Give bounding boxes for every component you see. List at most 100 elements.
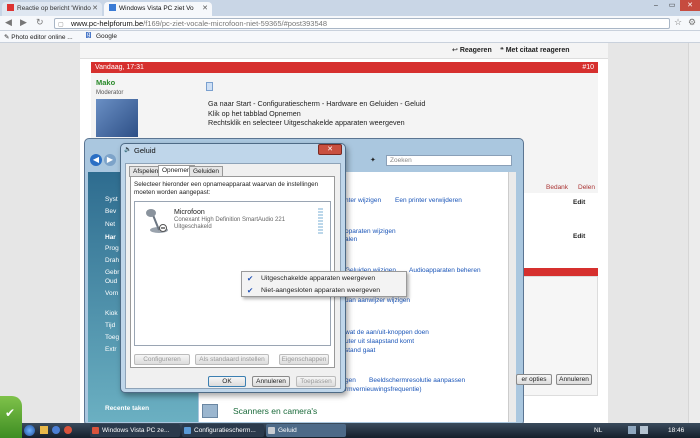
sidebar-item[interactable]: Kiok xyxy=(105,310,118,317)
search-input[interactable]: Zoeken xyxy=(386,155,512,166)
post-author[interactable]: Mako xyxy=(96,78,115,87)
minimize-icon[interactable]: – xyxy=(648,0,664,11)
post-date: Vandaag, 17:31 xyxy=(95,64,144,71)
bookmark-label: Photo editor online ... xyxy=(11,34,73,41)
reply-label: Reageren xyxy=(459,47,492,54)
cp-cancel-button[interactable]: Annuleren xyxy=(556,374,592,385)
close-icon[interactable]: ✕ xyxy=(202,4,208,12)
sidebar-item[interactable]: Oud xyxy=(105,278,117,285)
close-window-icon[interactable]: ✕ xyxy=(680,0,700,11)
device-row[interactable]: Microfoon Conexant High Definition Smart… xyxy=(138,205,329,237)
menu-item-label: Uitgeschakelde apparaten weergeven xyxy=(261,275,376,282)
checkmark-icon: ✔ xyxy=(247,286,254,295)
menu-item-label: Niet-aangesloten apparaten weergeven xyxy=(261,287,381,294)
side-edit-button[interactable]: Edit xyxy=(573,233,585,240)
task-label: Configuratiescherm... xyxy=(194,427,256,434)
ok-button[interactable]: OK xyxy=(208,376,246,387)
taskbar-item-control-panel[interactable]: Configuratiescherm... xyxy=(182,424,264,437)
thanks-link[interactable]: Bedank xyxy=(546,184,568,191)
cp-link[interactable]: rmvernieuwingsfrequentie) xyxy=(345,386,422,393)
properties-button[interactable]: Eigenschappen xyxy=(279,354,329,365)
checkmark-icon: ✔ xyxy=(247,274,254,283)
quicklaunch-folder-icon[interactable] xyxy=(40,426,48,434)
cp-link[interactable]: stand gaat xyxy=(345,347,375,354)
sidebar-item[interactable]: Vorn xyxy=(105,290,118,297)
cp-link[interactable]: uter uit slaapstand komt xyxy=(345,338,414,345)
sidebar-item[interactable]: Extr xyxy=(105,346,117,353)
bookmark-label: Google xyxy=(96,33,117,40)
scanners-heading[interactable]: Scanners en camera's xyxy=(233,406,317,416)
cp-link[interactable]: Audioapparaten beheren xyxy=(409,267,481,274)
sidebar-item[interactable]: Tijd xyxy=(105,322,115,329)
start-orb-icon[interactable] xyxy=(24,425,35,436)
forward-icon[interactable]: ▶ xyxy=(104,154,116,166)
dialog-close-icon[interactable]: ✕ xyxy=(318,144,342,155)
apply-button[interactable]: Toepassen xyxy=(296,376,336,387)
cp-link[interactable]: alen xyxy=(345,236,357,243)
menu-item-show-disabled[interactable]: ✔ Uitgeschakelde apparaten weergeven xyxy=(242,273,406,284)
quicklaunch-ie-icon[interactable] xyxy=(52,426,60,434)
tray-network-icon[interactable] xyxy=(628,426,636,434)
dialog-instruction: Selecteer hieronder een opnameapparaat w… xyxy=(134,181,319,196)
sidebar-item-selected[interactable]: Har xyxy=(105,234,116,241)
options-button[interactable]: er opties xyxy=(516,374,552,385)
google-icon: g xyxy=(86,32,92,38)
back-icon[interactable]: ◀ xyxy=(5,17,12,28)
browser-tab-gmail[interactable]: Reactie op bericht 'Windo ✕ xyxy=(2,2,102,16)
reload-icon[interactable]: ↻ xyxy=(36,17,44,28)
cp-link[interactable]: wat de aan/uit-knoppen doen xyxy=(345,329,429,336)
page-scrollbar[interactable] xyxy=(688,43,700,423)
quote-reply-label: Met citaat reageren xyxy=(505,47,570,54)
wrench-icon[interactable]: ⚙ xyxy=(688,17,696,28)
task-label: Geluid xyxy=(278,427,297,434)
quote-reply-button[interactable]: ❝ Met citaat reageren xyxy=(500,46,570,54)
post-number[interactable]: #10 xyxy=(582,62,594,73)
menu-item-show-disconnected[interactable]: ✔ Niet-aangesloten apparaten weergeven xyxy=(242,285,406,296)
avatar[interactable] xyxy=(96,99,138,137)
language-indicator[interactable]: NL xyxy=(594,427,602,434)
sidebar-item[interactable]: Drah xyxy=(105,257,119,264)
taskbar-item-sound[interactable]: Geluid xyxy=(266,424,346,437)
quicklaunch-chrome-icon[interactable] xyxy=(64,426,72,434)
post-actions-bar: ↩ Reageren ❝ Met citaat reageren xyxy=(80,43,608,59)
notification-check-icon[interactable]: ✔ xyxy=(0,396,22,438)
forward-icon[interactable]: ▶ xyxy=(20,17,27,28)
browser-tab-forum[interactable]: Windows Vista PC ziet Vo ✕ xyxy=(104,2,212,16)
back-icon[interactable]: ◀ xyxy=(90,154,102,166)
cancel-button[interactable]: Annuleren xyxy=(252,376,290,387)
bookmark-photo-editor[interactable]: ✎ Photo editor online ... xyxy=(4,33,73,41)
sidebar-item[interactable]: Gebr xyxy=(105,269,119,276)
gmail-icon xyxy=(7,4,14,11)
sidebar-item[interactable]: Bev xyxy=(105,208,116,215)
cp-link[interactable]: gen xyxy=(345,377,356,384)
refresh-icon[interactable]: ✦ xyxy=(370,156,376,164)
set-default-button[interactable]: Als standaard instellen xyxy=(195,354,269,365)
browser-tab-strip: Reactie op bericht 'Windo ✕ Windows Vist… xyxy=(0,0,700,16)
sidebar-item[interactable]: Toeg xyxy=(105,334,119,341)
cp-link[interactable]: uan aanwijzer wijzigen xyxy=(345,297,410,304)
cp-link[interactable]: oparaten wijzigen xyxy=(345,228,396,235)
cp-link[interactable]: Een printer verwijderen xyxy=(395,197,462,204)
cp-link[interactable]: Beeldschermresolutie aanpassen xyxy=(369,377,465,384)
star-icon[interactable]: ☆ xyxy=(674,17,682,28)
tray-volume-icon[interactable] xyxy=(640,426,648,434)
share-link[interactable]: Delen xyxy=(578,184,595,191)
reply-button[interactable]: ↩ Reageren xyxy=(452,46,492,54)
sidebar-item[interactable]: Syst xyxy=(105,196,118,203)
maximize-icon[interactable]: ▭ xyxy=(664,0,680,11)
cp-scrollbar[interactable] xyxy=(508,172,516,422)
sidebar-item[interactable]: Prog xyxy=(105,245,119,252)
bookmark-google[interactable]: Google xyxy=(96,33,117,40)
recent-tasks-heading: Recente taken xyxy=(105,405,150,412)
side-edit-button[interactable]: Edit xyxy=(573,199,585,206)
device-status: Uitgeschakeld xyxy=(174,224,212,230)
address-bar[interactable]: www.pc-helpforum.be/f169/pc-ziet-vocale-… xyxy=(54,18,670,29)
clock[interactable]: 18:46 xyxy=(668,427,684,434)
taskbar-item-browser[interactable]: Windows Vista PC ze... xyxy=(90,424,180,437)
close-icon[interactable]: ✕ xyxy=(92,4,98,12)
sidebar-item[interactable]: Net xyxy=(105,221,115,228)
task-label: Windows Vista PC ze... xyxy=(102,427,170,434)
configure-button[interactable]: Configureren xyxy=(134,354,190,365)
microphone-icon xyxy=(146,209,168,233)
cp-link[interactable]: nter wijzigen xyxy=(345,197,381,204)
